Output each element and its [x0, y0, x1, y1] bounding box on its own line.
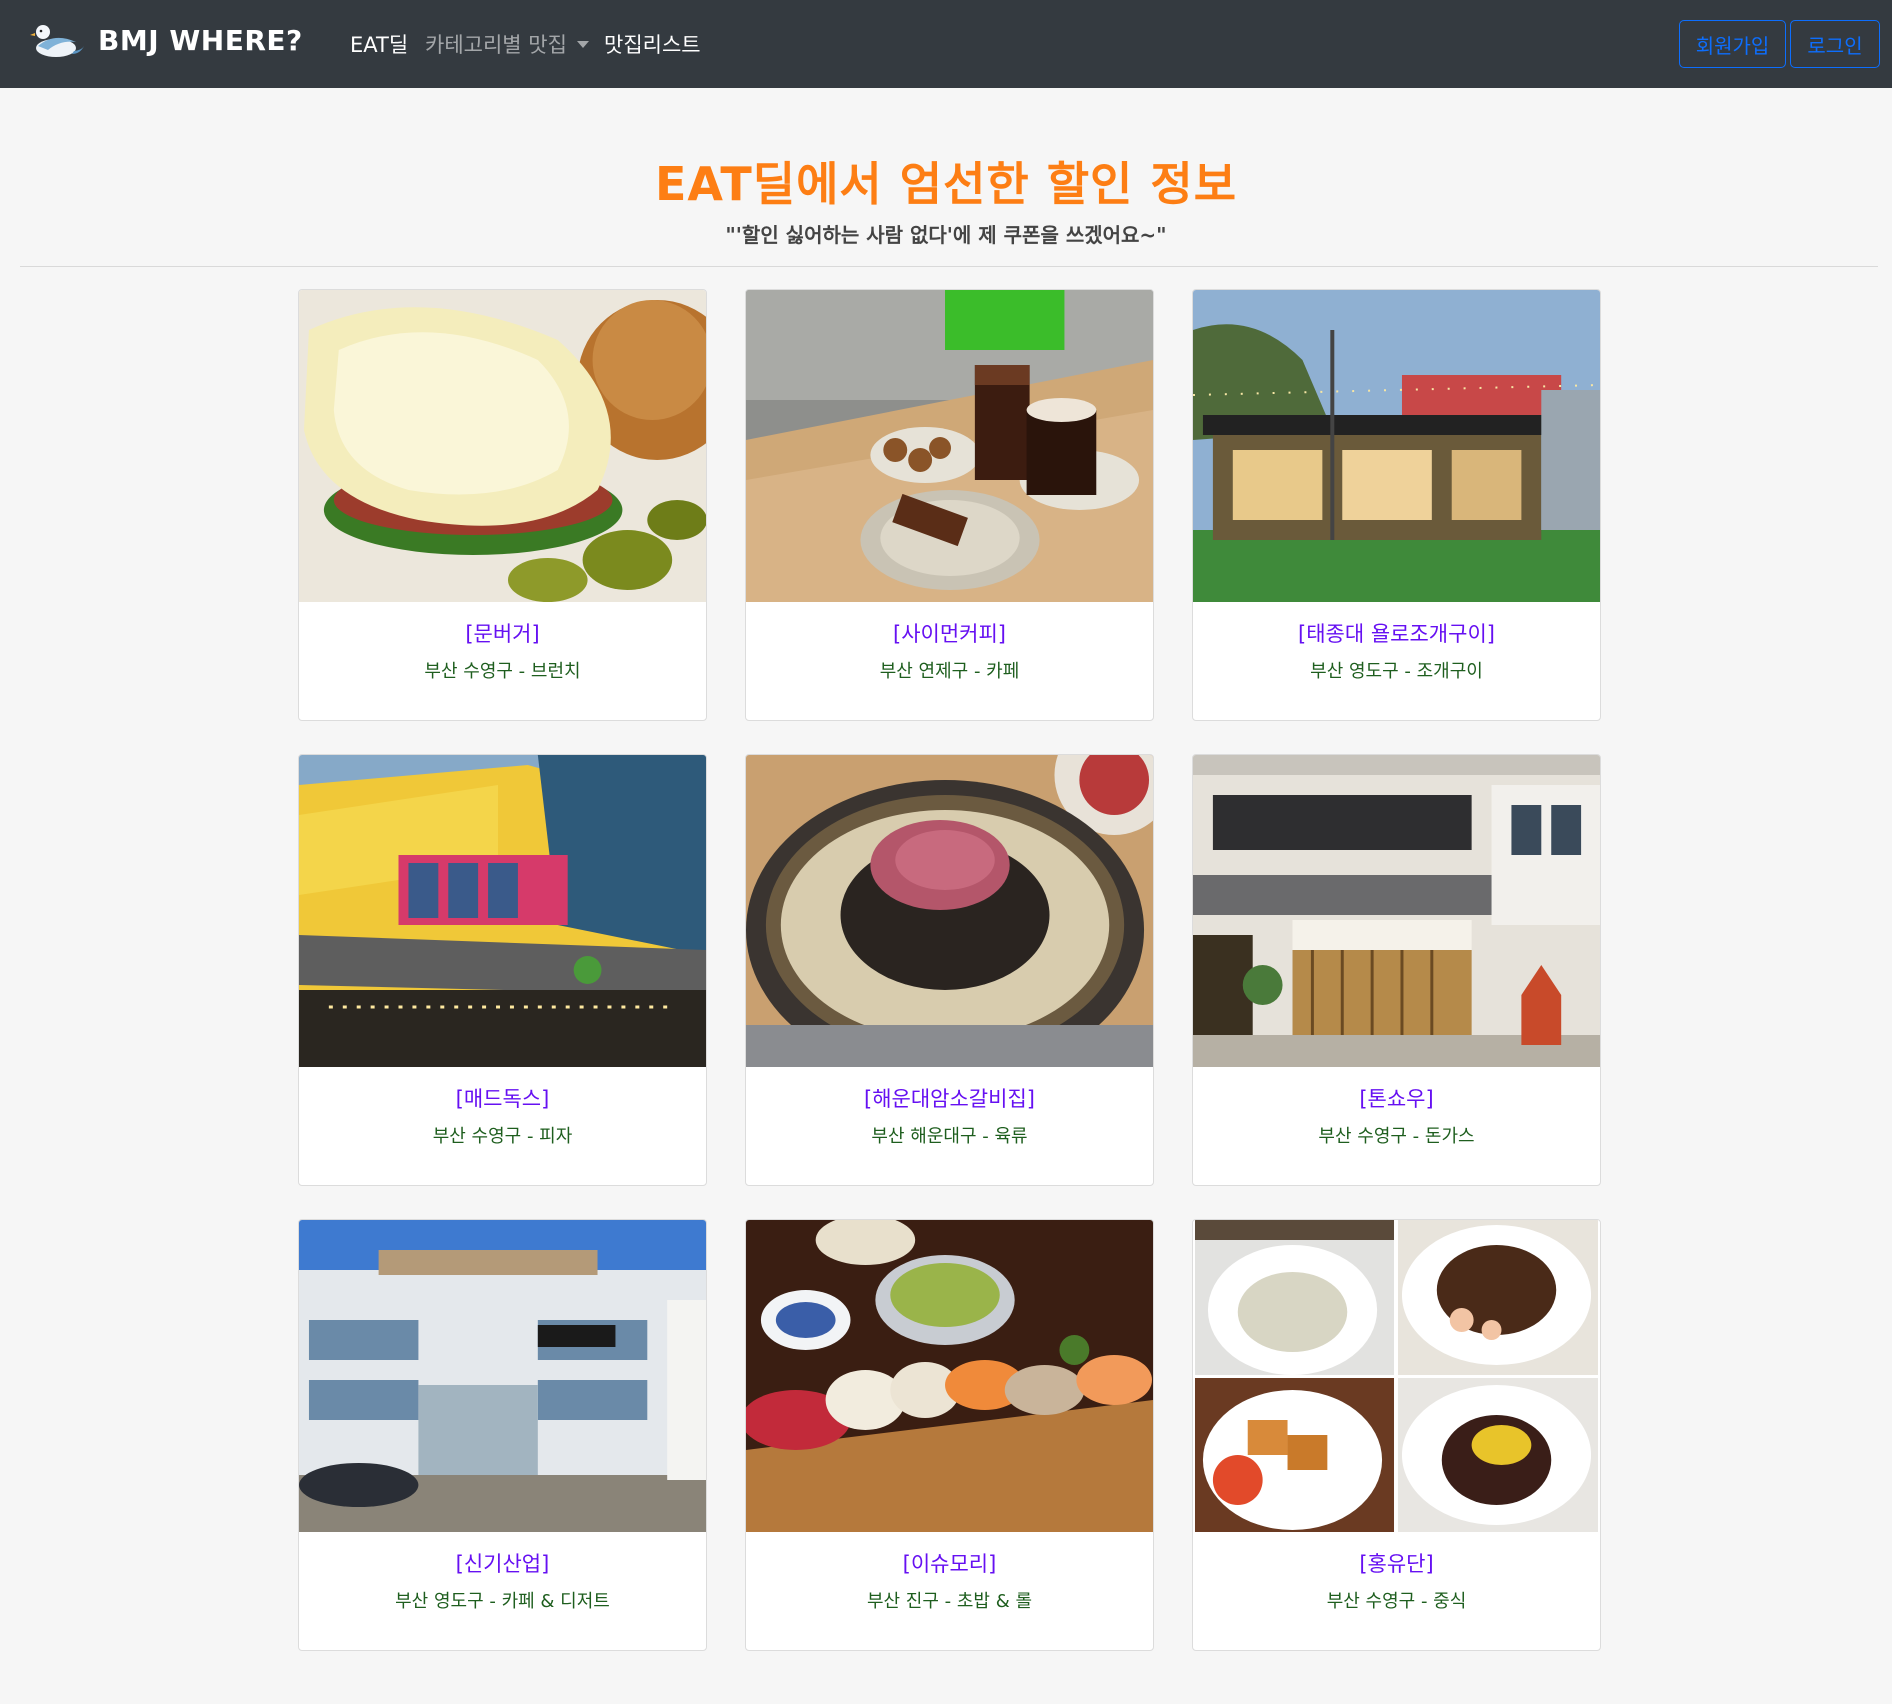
burger-photo[interactable] [299, 290, 706, 602]
restaurant-location-category: 부산 수영구 - 중식 [1326, 1591, 1467, 1613]
clam-bbq-photo[interactable] [1193, 290, 1600, 602]
login-button[interactable]: 로그인 [1790, 20, 1880, 68]
tonkatsu-shop-photo[interactable] [1193, 755, 1600, 1067]
nav-link-eat-deal[interactable]: EAT딜 [350, 29, 408, 59]
card-body: [해운대암소갈비집] 부산 해운대구 - 육류 [746, 1067, 1153, 1185]
top-navbar: BMJ WHERE? EAT딜 카테고리별 맛집 맛집리스트 회원가입 로그인 [0, 0, 1892, 88]
card-body: [사이먼커피] 부산 연제구 - 카페 [746, 602, 1153, 720]
restaurant-card[interactable]: [태종대 욜로조개구이] 부산 영도구 - 조개구이 [1192, 289, 1601, 721]
restaurant-location-category: 부산 연제구 - 카페 [879, 661, 1020, 683]
nav-dropdown-category[interactable]: 카테고리별 맛집 [425, 29, 589, 59]
nav-link-label: 맛집리스트 [604, 33, 701, 57]
restaurant-name[interactable]: [신기산업] [299, 1552, 706, 1577]
restaurant-card[interactable]: [신기산업] 부산 영도구 - 카페 & 디저트 [298, 1219, 707, 1651]
restaurant-name[interactable]: [문버거] [299, 622, 706, 647]
brand-name[interactable]: BMJ WHERE? [98, 24, 303, 57]
restaurant-name[interactable]: [홍유단] [1193, 1552, 1600, 1577]
pizza-building-photo[interactable] [299, 755, 706, 1067]
restaurant-name[interactable]: [태종대 욜로조개구이] [1193, 622, 1600, 647]
nav-link-label: EAT딜 [350, 33, 409, 57]
restaurant-card[interactable]: [사이먼커피] 부산 연제구 - 카페 [745, 289, 1154, 721]
restaurant-card[interactable]: [해운대암소갈비집] 부산 해운대구 - 육류 [745, 754, 1154, 1186]
cafe-building-photo[interactable] [299, 1220, 706, 1532]
card-body: [매드독스] 부산 수영구 - 피자 [299, 1067, 706, 1185]
card-body: [이슈모리] 부산 진구 - 초밥 & 롤 [746, 1532, 1153, 1650]
chinese-dishes-photo[interactable] [1193, 1220, 1600, 1532]
restaurant-card[interactable]: [매드독스] 부산 수영구 - 피자 [298, 754, 707, 1186]
restaurant-name[interactable]: [해운대암소갈비집] [746, 1087, 1153, 1112]
card-body: [신기산업] 부산 영도구 - 카페 & 디저트 [299, 1532, 706, 1650]
restaurant-location-category: 부산 수영구 - 돈가스 [1318, 1126, 1475, 1148]
restaurant-name[interactable]: [매드독스] [299, 1087, 706, 1112]
nav-link-label: 카테고리별 맛집 [425, 33, 567, 57]
restaurant-name[interactable]: [톤쇼우] [1193, 1087, 1600, 1112]
card-body: [태종대 욜로조개구이] 부산 영도구 - 조개구이 [1193, 602, 1600, 720]
restaurant-card[interactable]: [이슈모리] 부산 진구 - 초밥 & 롤 [745, 1219, 1154, 1651]
restaurant-name[interactable]: [사이먼커피] [746, 622, 1153, 647]
restaurant-name[interactable]: [이슈모리] [746, 1552, 1153, 1577]
restaurant-location-category: 부산 수영구 - 브런치 [424, 661, 581, 683]
nav-link-restaurant-list[interactable]: 맛집리스트 [604, 29, 701, 59]
coffee-photo[interactable] [746, 290, 1153, 602]
restaurant-location-category: 부산 진구 - 초밥 & 롤 [866, 1591, 1033, 1613]
page-subtitle: "'할인 싫어하는 사람 없다'에 제 쿠폰을 쓰겠어요~" [725, 223, 1167, 247]
beef-grill-photo[interactable] [746, 755, 1153, 1067]
restaurant-card[interactable]: [톤쇼우] 부산 수영구 - 돈가스 [1192, 754, 1601, 1186]
restaurant-location-category: 부산 영도구 - 조개구이 [1310, 661, 1483, 683]
seagull-logo-icon[interactable] [30, 18, 84, 64]
restaurant-location-category: 부산 수영구 - 피자 [432, 1126, 573, 1148]
page-title: EAT딜에서 엄선한 할인 정보 [654, 157, 1238, 211]
card-body: [톤쇼우] 부산 수영구 - 돈가스 [1193, 1067, 1600, 1185]
restaurant-card[interactable]: [홍유단] 부산 수영구 - 중식 [1192, 1219, 1601, 1651]
card-body: [홍유단] 부산 수영구 - 중식 [1193, 1532, 1600, 1650]
header-divider [20, 266, 1878, 267]
restaurant-location-category: 부산 영도구 - 카페 & 디저트 [395, 1591, 610, 1613]
restaurant-location-category: 부산 해운대구 - 육류 [871, 1126, 1028, 1148]
deal-card-grid: [문버거] 부산 수영구 - 브런치 [사이먼커피] 부산 연제구 - 카페 [… [298, 289, 1601, 1651]
restaurant-card[interactable]: [문버거] 부산 수영구 - 브런치 [298, 289, 707, 721]
card-body: [문버거] 부산 수영구 - 브런치 [299, 602, 706, 720]
caret-down-icon [576, 40, 589, 48]
sushi-photo[interactable] [746, 1220, 1153, 1532]
signup-button[interactable]: 회원가입 [1679, 20, 1786, 68]
